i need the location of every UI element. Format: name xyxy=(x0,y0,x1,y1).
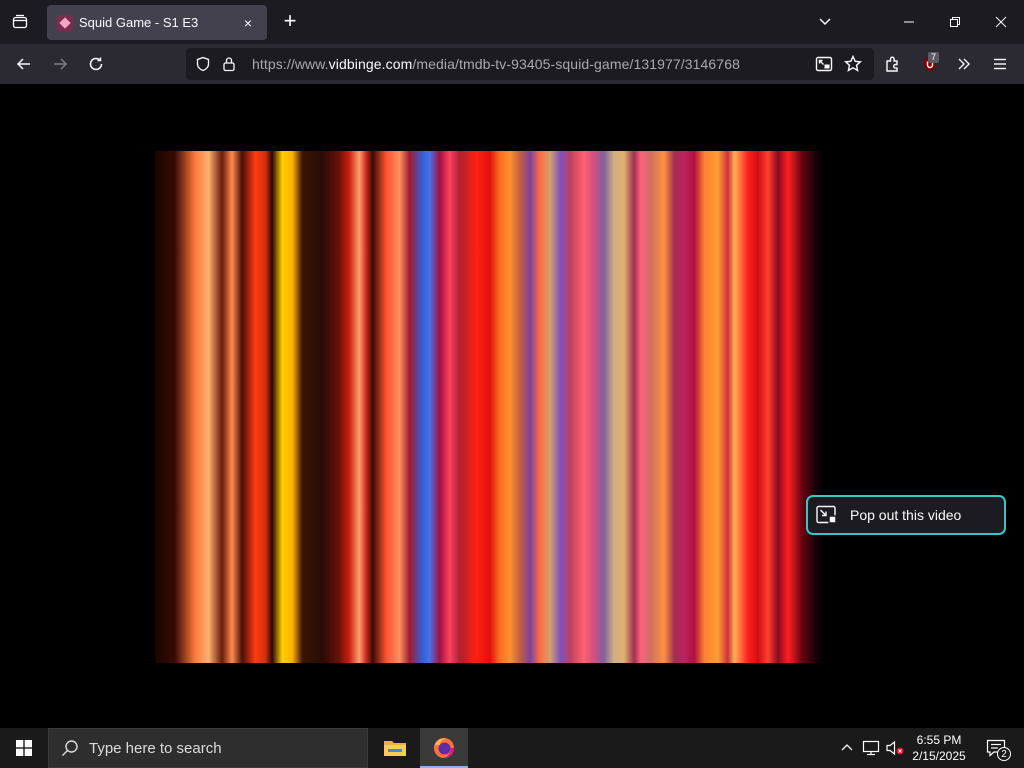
firefox-icon xyxy=(434,738,454,758)
tab-list-icon xyxy=(12,14,28,29)
minimize-icon xyxy=(904,21,914,23)
list-all-tabs-button[interactable] xyxy=(815,12,835,32)
video-player[interactable] xyxy=(155,151,825,663)
tab-close-button[interactable]: × xyxy=(239,15,257,31)
overflow-chevrons-icon xyxy=(958,58,970,70)
ublock-extension-button[interactable]: 7 xyxy=(916,50,944,78)
firefox-taskbar-button[interactable] xyxy=(420,728,468,768)
navigation-toolbar: https://www.vidbinge.com/media/tmdb-tv-9… xyxy=(0,44,1024,84)
extensions-icon xyxy=(886,56,898,72)
new-tab-button[interactable]: + xyxy=(279,10,301,34)
extension-badge: 7 xyxy=(928,52,940,63)
picture-in-picture-toggle-icon xyxy=(816,505,838,525)
notification-count-badge: 2 xyxy=(997,747,1011,761)
reload-button[interactable] xyxy=(82,50,110,78)
back-icon xyxy=(16,58,30,70)
page-content: Pop out this video xyxy=(0,84,1024,728)
chevron-down-icon xyxy=(819,18,831,26)
extensions-button[interactable] xyxy=(879,50,907,78)
url-text[interactable]: https://www.vidbinge.com/media/tmdb-tv-9… xyxy=(252,56,740,72)
shield-icon xyxy=(196,56,210,72)
hamburger-menu-icon xyxy=(994,58,1006,70)
search-placeholder: Type here to search xyxy=(89,739,222,757)
picture-in-picture-icon xyxy=(815,56,833,72)
active-tab[interactable]: Squid Game - S1 E3 × xyxy=(47,5,267,40)
address-bar[interactable]: https://www.vidbinge.com/media/tmdb-tv-9… xyxy=(186,48,874,80)
close-icon xyxy=(995,16,1007,28)
tab-list-button[interactable] xyxy=(0,0,40,44)
action-center-button[interactable]: 2 xyxy=(978,728,1014,768)
tracking-protection-button[interactable] xyxy=(190,48,216,80)
overflow-button[interactable] xyxy=(950,50,978,78)
forward-icon xyxy=(54,58,68,70)
site-favicon-icon xyxy=(57,14,73,31)
maximize-icon xyxy=(950,17,960,27)
tab-strip: Squid Game - S1 E3 × + xyxy=(0,0,1024,44)
reload-icon xyxy=(89,57,103,71)
tab-title: Squid Game - S1 E3 xyxy=(79,15,199,30)
window-restore-button[interactable] xyxy=(932,0,978,44)
picture-in-picture-button[interactable] xyxy=(810,50,838,78)
start-button[interactable] xyxy=(0,728,48,768)
pop-out-label: Pop out this video xyxy=(850,507,962,523)
bookmark-star-icon xyxy=(844,55,862,72)
forward-button[interactable] xyxy=(46,50,74,78)
site-info-button[interactable] xyxy=(216,48,242,80)
network-button[interactable] xyxy=(860,728,882,768)
url-prefix: https://www. xyxy=(252,56,329,72)
app-menu-button[interactable] xyxy=(986,50,1014,78)
screen: Squid Game - S1 E3 × + https://www.vidbi… xyxy=(0,0,1024,768)
pop-out-video-button[interactable]: Pop out this video xyxy=(806,495,1006,535)
file-explorer-taskbar-button[interactable] xyxy=(371,728,419,768)
taskbar: Type here to search 6:55 PM 2/15/2025 2 xyxy=(0,728,1024,768)
bookmark-button[interactable] xyxy=(839,50,867,78)
url-domain: vidbinge.com xyxy=(328,56,413,72)
show-hidden-icons-button[interactable] xyxy=(836,728,858,768)
window-close-button[interactable] xyxy=(978,0,1024,44)
chevron-up-icon xyxy=(841,744,853,751)
windows-start-icon xyxy=(16,740,32,756)
search-icon xyxy=(62,740,78,756)
clock-time: 6:55 PM xyxy=(916,733,962,747)
lock-icon xyxy=(223,57,235,72)
window-minimize-button[interactable] xyxy=(886,0,932,44)
clock-date: 2/15/2025 xyxy=(912,749,966,763)
taskbar-search-box[interactable]: Type here to search xyxy=(48,728,368,768)
file-explorer-icon xyxy=(384,741,406,756)
taskbar-clock[interactable]: 6:55 PM 2/15/2025 xyxy=(900,728,978,768)
network-icon xyxy=(862,740,880,756)
back-button[interactable] xyxy=(10,50,38,78)
url-path: /media/tmdb-tv-93405-squid-game/131977/3… xyxy=(412,56,740,72)
